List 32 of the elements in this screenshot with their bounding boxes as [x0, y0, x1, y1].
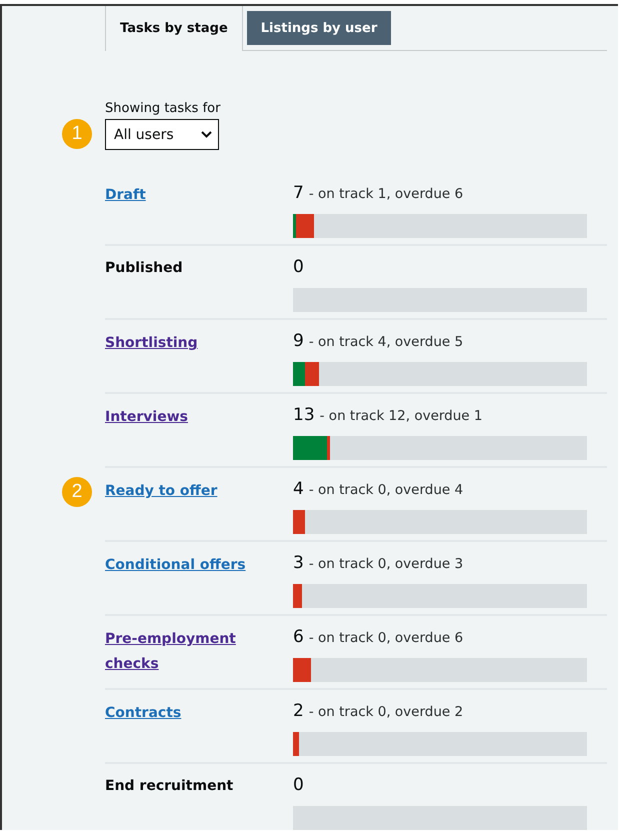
task-breakdown: - on track 0, overdue 3 [308, 556, 464, 572]
task-count: 13 [293, 405, 315, 425]
stage-link[interactable]: Interviews [105, 405, 277, 430]
task-count: 9 [293, 331, 304, 351]
task-count: 0 [293, 775, 304, 795]
stage-name: End recruitment [105, 778, 234, 794]
step-badge: 2 [62, 477, 92, 507]
stage-name: Published [105, 260, 183, 276]
task-count: 3 [293, 553, 304, 573]
task-breakdown: - on track 0, overdue 6 [308, 630, 464, 646]
task-breakdown: - on track 1, overdue 6 [308, 186, 464, 202]
step-badge: 1 [62, 119, 92, 149]
stage-link[interactable]: Contracts [105, 701, 277, 726]
task-count: 0 [293, 257, 304, 277]
stage-link[interactable]: Draft [105, 183, 277, 208]
user-select[interactable]: All users [105, 119, 219, 150]
stage-link[interactable]: Conditional offers [105, 553, 277, 578]
task-breakdown: - on track 0, overdue 4 [308, 482, 464, 498]
chevron-down-icon [201, 131, 212, 138]
tab[interactable]: Tasks by stage [105, 6, 243, 51]
stage-link[interactable]: Ready to offer [105, 479, 277, 504]
task-count: 7 [293, 183, 304, 203]
task-count: 6 [293, 627, 304, 647]
task-count: 2 [293, 701, 304, 721]
task-breakdown: - on track 0, overdue 2 [308, 704, 464, 720]
stage-link[interactable]: Pre-employment checks [105, 627, 277, 676]
task-breakdown: - on track 4, overdue 5 [308, 334, 464, 350]
task-breakdown: - on track 12, overdue 1 [320, 408, 482, 424]
tab[interactable]: Listings by user [246, 11, 392, 45]
stage-link[interactable]: Shortlisting [105, 331, 277, 356]
task-count: 4 [293, 479, 304, 499]
filter-label: Showing tasks for [105, 101, 222, 116]
